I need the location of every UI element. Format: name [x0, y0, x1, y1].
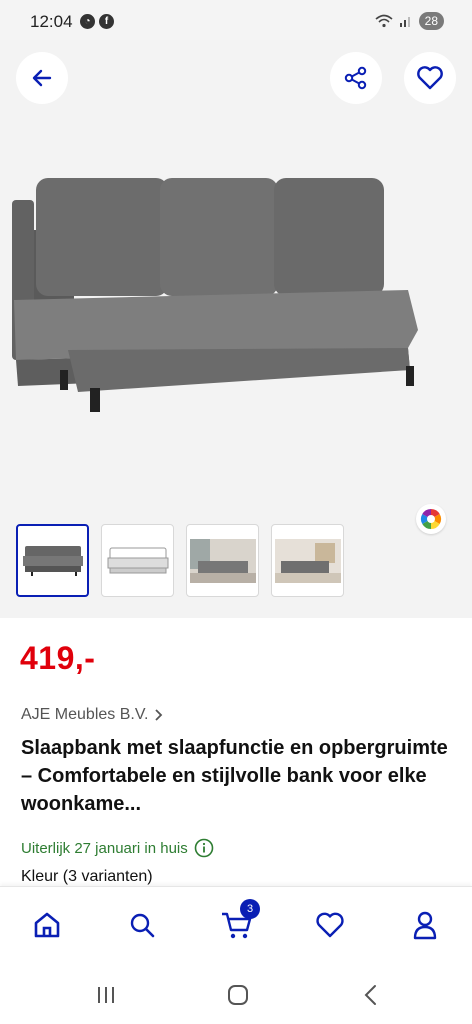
- status-bar: 12:04 ◔ f 28: [0, 0, 472, 40]
- chevron-right-icon: [155, 709, 163, 721]
- thumbnail-sofa-room-2: [274, 538, 341, 583]
- thumbnail-4[interactable]: [271, 524, 344, 597]
- seller-link[interactable]: AJE Meubles B.V.: [21, 706, 164, 724]
- back-system-button[interactable]: [356, 982, 386, 1008]
- thumbnail-1[interactable]: [16, 524, 89, 597]
- battery-indicator: 28: [418, 12, 444, 30]
- signal-icon: [399, 17, 410, 27]
- wifi-icon: [375, 14, 393, 28]
- back-icon: [364, 985, 376, 1005]
- nav-home[interactable]: [29, 907, 65, 943]
- delivery-info: Uiterlijk 27 januari in huis: [21, 838, 214, 858]
- bottom-navigation: 3: [0, 886, 472, 964]
- thumbnail-sofa-room-1: [189, 538, 256, 583]
- thumbnail-sofa-sketch: [107, 547, 168, 573]
- share-button[interactable]: [330, 52, 382, 104]
- recent-apps-icon: [98, 987, 114, 1003]
- heart-icon: [316, 912, 344, 938]
- home-button-icon: [228, 985, 248, 1005]
- home-icon: [34, 912, 60, 938]
- product-title: Slaapbank met slaapfunctie en opbergruim…: [21, 737, 448, 815]
- nav-search[interactable]: [124, 907, 160, 943]
- account-icon: [413, 911, 437, 940]
- share-icon: [344, 66, 367, 90]
- color-variants-button[interactable]: [416, 504, 446, 534]
- notification-app-icon: ◔: [80, 14, 95, 29]
- product-image-sofa[interactable]: [8, 170, 448, 420]
- heart-outline-icon: [417, 66, 443, 90]
- info-icon[interactable]: [194, 838, 214, 858]
- nav-account[interactable]: [407, 907, 443, 943]
- facebook-icon: f: [99, 14, 114, 29]
- cart-count-badge: 3: [240, 899, 260, 919]
- thumbnail-2[interactable]: [101, 524, 174, 597]
- product-price: 419,-: [20, 640, 96, 676]
- nav-cart[interactable]: 3: [218, 899, 260, 943]
- delivery-text: Uiterlijk 27 januari in huis: [21, 839, 188, 857]
- back-button[interactable]: [16, 52, 68, 104]
- product-image-area[interactable]: [0, 40, 472, 618]
- thumbnail-strip: [16, 524, 344, 597]
- recent-apps-button[interactable]: [91, 982, 121, 1008]
- color-wheel-icon: [420, 508, 442, 530]
- system-navigation: [0, 964, 472, 1024]
- variant-label[interactable]: Kleur (3 varianten): [21, 868, 153, 886]
- status-time: 12:04: [30, 12, 73, 31]
- search-icon: [130, 913, 155, 938]
- thumbnail-sofa-front: [22, 545, 83, 576]
- nav-favorites[interactable]: [312, 907, 348, 943]
- arrow-left-icon: [32, 69, 52, 87]
- home-system-button[interactable]: [223, 982, 253, 1008]
- favorite-button[interactable]: [404, 52, 456, 104]
- seller-name: AJE Meubles B.V.: [21, 706, 149, 723]
- thumbnail-3[interactable]: [186, 524, 259, 597]
